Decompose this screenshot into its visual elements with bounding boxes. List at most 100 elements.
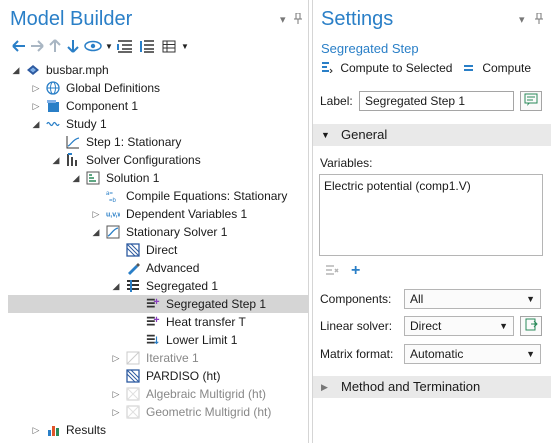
expanded-arrow-icon[interactable]: ◢ — [111, 277, 121, 295]
component-icon — [46, 99, 60, 113]
arrow-right-icon[interactable] — [28, 38, 46, 54]
tree-node-label: Compile Equations: Stationary — [126, 189, 288, 203]
direct-icon — [126, 369, 140, 383]
compute-button[interactable]: Compute — [463, 60, 531, 76]
edit-node-properties-button[interactable] — [520, 91, 542, 111]
tree-node-label: Heat transfer T — [166, 315, 246, 329]
delete-icon[interactable] — [325, 264, 339, 279]
tree-node-label: Iterative 1 — [146, 351, 199, 365]
tree-node[interactable]: Heat transfer T — [8, 313, 308, 331]
tree-node[interactable]: ▷ Global Definitions — [8, 79, 308, 97]
collapsed-arrow-icon[interactable]: ▷ — [111, 385, 121, 403]
tree-node[interactable]: ▷ Component 1 — [8, 97, 308, 115]
list-item[interactable]: Electric potential (comp1.V) — [324, 179, 471, 193]
go-to-source-icon — [525, 318, 538, 334]
arrow-up-icon[interactable] — [46, 38, 64, 54]
tree-node[interactable]: PARDISO (ht) — [8, 367, 308, 385]
chevron-down-icon[interactable]: ▼ — [180, 38, 190, 54]
components-select[interactable]: All ▼ — [404, 289, 541, 309]
chevron-right-icon: ▶ — [321, 382, 328, 392]
expanded-arrow-icon[interactable]: ◢ — [11, 61, 21, 79]
tree-node-label: busbar.mph — [46, 63, 109, 77]
tree-node-label: Solver Configurations — [86, 153, 201, 167]
tree-node[interactable]: ▷ Algebraic Multigrid (ht) — [8, 385, 308, 403]
model-builder-panel: Model Builder ▾ ▼ ▼ ◢ busbar.mph ▷ Global D… — [0, 0, 309, 443]
tree-node[interactable]: ◢ busbar.mph — [8, 61, 308, 79]
tree-node[interactable]: Advanced — [8, 259, 308, 277]
matrix-format-select[interactable]: Automatic ▼ — [404, 344, 541, 364]
compute-to-selected-label: Compute to Selected — [340, 61, 453, 75]
collapsed-arrow-icon[interactable]: ▷ — [31, 97, 41, 115]
variables-icon: u,v,w — [106, 207, 120, 221]
direct-icon — [126, 243, 140, 257]
show-icon[interactable] — [82, 38, 104, 54]
tree-node[interactable]: Segregated Step 1 — [8, 295, 308, 313]
list-icon[interactable] — [158, 38, 180, 54]
tree-node[interactable]: ◢ Study 1 — [8, 115, 308, 133]
collapsed-arrow-icon[interactable]: ▷ — [31, 421, 41, 439]
pin-icon[interactable] — [294, 12, 302, 27]
tree-node[interactable]: ▷ Iterative 1 — [8, 349, 308, 367]
method-termination-section-header[interactable]: ▶ Method and Termination — [313, 376, 551, 398]
minimize-icon[interactable]: ▾ — [280, 13, 286, 26]
tree-node-label: Direct — [146, 243, 178, 257]
collapsed-arrow-icon[interactable]: ▷ — [31, 79, 41, 97]
settings-title: Settings — [321, 8, 394, 30]
tree-node[interactable]: ▷ u,v,w Dependent Variables 1 — [8, 205, 308, 223]
expand-icon[interactable] — [136, 38, 158, 54]
expanded-arrow-icon[interactable]: ◢ — [91, 223, 101, 241]
compute-to-selected-button[interactable]: Compute to Selected — [321, 60, 452, 76]
tree-node-label: Results — [66, 423, 107, 437]
compile-icon: a= =b — [106, 189, 120, 203]
tree-node[interactable]: ◢ Segregated 1 — [8, 277, 308, 295]
chevron-down-icon: ▼ — [321, 130, 330, 140]
node-properties-icon — [524, 93, 538, 109]
variables-list[interactable]: Electric potential (comp1.V) — [319, 174, 543, 256]
tree-node-label: Step 1: Stationary — [86, 135, 182, 149]
tree-node[interactable]: ▷ Geometric Multigrid (ht) — [8, 403, 308, 421]
tree-node-label: Global Definitions — [66, 81, 161, 95]
tree-node-label: Study 1 — [66, 117, 107, 131]
pin-icon[interactable] — [535, 12, 543, 27]
arrow-left-icon[interactable] — [10, 38, 28, 54]
minimize-icon[interactable]: ▾ — [519, 13, 525, 26]
tree-node[interactable]: Lower Limit 1 — [8, 331, 308, 349]
tree-node-label: PARDISO (ht) — [146, 369, 221, 383]
matrix-format-value: Automatic — [410, 347, 464, 361]
tree-node[interactable]: a= =b Compile Equations: Stationary — [8, 187, 308, 205]
model-builder-title: Model Builder — [10, 8, 133, 30]
linear-solver-select[interactable]: Direct ▼ — [404, 316, 514, 336]
tree-node-label: Lower Limit 1 — [166, 333, 238, 347]
tree-node[interactable]: ◢ Stationary Solver 1 — [8, 223, 308, 241]
add-icon[interactable]: + — [351, 262, 360, 280]
results-icon — [46, 423, 60, 437]
compute-icon — [463, 61, 479, 77]
general-section-header[interactable]: ▼ General — [313, 124, 551, 146]
segregated-icon — [126, 279, 140, 293]
collapsed-arrow-icon[interactable]: ▷ — [111, 349, 121, 367]
expanded-arrow-icon[interactable]: ◢ — [71, 169, 81, 187]
expanded-arrow-icon[interactable]: ◢ — [51, 151, 61, 169]
settings-panel: Settings ▾ Segregated Step Compute to Se… — [312, 0, 551, 443]
tree-node[interactable]: ◢ Solution 1 — [8, 169, 308, 187]
collapse-icon[interactable] — [114, 38, 136, 54]
tree-node[interactable]: Direct — [8, 241, 308, 259]
tree-node-label: Segregated 1 — [146, 279, 219, 293]
tree-node[interactable]: Step 1: Stationary — [8, 133, 308, 151]
collapsed-arrow-icon[interactable]: ▷ — [111, 403, 121, 421]
step-icon — [66, 135, 80, 149]
chevron-down-icon[interactable]: ▼ — [104, 38, 114, 54]
chevron-down-icon: ▼ — [526, 294, 535, 304]
iterative-icon — [126, 351, 140, 365]
variables-caption: Variables: — [320, 156, 373, 170]
multigrid-icon — [126, 387, 140, 401]
collapsed-arrow-icon[interactable]: ▷ — [91, 205, 101, 223]
expanded-arrow-icon[interactable]: ◢ — [31, 115, 41, 133]
label-field[interactable]: Segregated Step 1 — [359, 91, 514, 111]
tree-node[interactable]: ◢ Solver Configurations — [8, 151, 308, 169]
arrow-down-icon[interactable] — [64, 38, 82, 54]
tree-node[interactable]: ▷ Results — [8, 421, 308, 439]
tree-node-label: Advanced — [146, 261, 200, 275]
segregated-step-icon — [146, 297, 160, 311]
go-to-source-button[interactable] — [520, 316, 542, 336]
